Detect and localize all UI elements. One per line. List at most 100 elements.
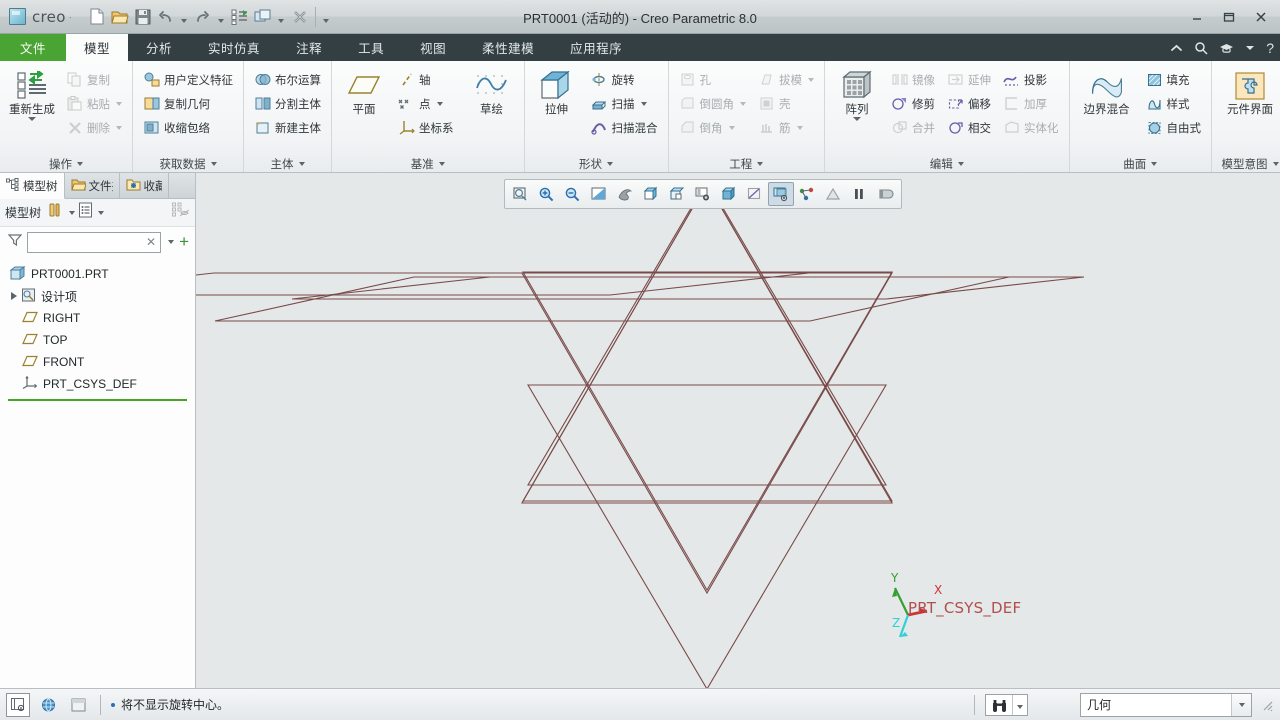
datum-axis-button[interactable]: 轴 [393, 68, 459, 91]
swept-blend-button[interactable]: 扫描混合 [586, 116, 663, 139]
saved-orientations-icon[interactable] [638, 182, 664, 206]
new-file-icon[interactable] [86, 5, 108, 29]
binoculars-icon[interactable] [986, 695, 1012, 715]
split-body-button[interactable]: 分割主体 [249, 92, 326, 115]
chamfer-dropdown-icon[interactable] [728, 125, 735, 130]
pattern-dropdown-icon[interactable] [853, 117, 861, 121]
regenerate-button[interactable]: 重新生成 [5, 66, 59, 121]
draft-dropdown-icon[interactable] [808, 77, 814, 82]
paste-button[interactable]: 粘贴 [61, 92, 127, 115]
zoom-in-icon[interactable] [534, 182, 560, 206]
clear-search-icon[interactable]: ✕ [146, 235, 156, 249]
delete-dropdown-icon[interactable] [116, 125, 122, 130]
delete-button[interactable]: 删除 [61, 116, 127, 139]
component-interface-button[interactable]: 元件界面 [1217, 66, 1280, 116]
pattern-button[interactable]: 阵列 [830, 66, 884, 121]
redo-icon[interactable] [192, 5, 214, 29]
display-style-icon[interactable] [716, 182, 742, 206]
offset-button[interactable]: 偏移 [942, 92, 996, 115]
chevron-down-icon[interactable] [1245, 44, 1255, 52]
group-title-shapes[interactable]: 形状 [530, 156, 663, 172]
regenerate-dropdown-icon[interactable] [28, 117, 36, 121]
annotation-display-icon[interactable] [794, 182, 820, 206]
tree-columns-dropdown-icon[interactable] [98, 210, 105, 215]
tree-item-top[interactable]: TOP [0, 329, 195, 351]
freestyle-button[interactable]: 自由式 [1141, 116, 1207, 139]
tree-settings-icon[interactable] [48, 202, 64, 223]
datum-point-button[interactable]: 点 [393, 92, 459, 115]
tab-tools[interactable]: 工具 [340, 34, 402, 61]
udf-button[interactable]: 用户定义特征 [138, 68, 238, 91]
trim-button[interactable]: 修剪 [886, 92, 940, 115]
selection-filter-select[interactable]: 几何 [1080, 692, 1252, 717]
extend-button[interactable]: 延伸 [942, 68, 996, 91]
style-button[interactable]: 样式 [1141, 92, 1207, 115]
undo-icon[interactable] [155, 5, 177, 29]
search-history-dropdown-icon[interactable] [168, 240, 175, 244]
save-icon[interactable] [132, 5, 154, 29]
regenerate-icon[interactable] [229, 5, 251, 29]
close-window-icon[interactable] [289, 5, 311, 29]
new-body-button[interactable]: 新建主体 [249, 116, 326, 139]
merge-button[interactable]: 合并 [886, 116, 940, 139]
globe-icon[interactable] [36, 693, 60, 717]
sketch-button[interactable]: 草绘 [465, 66, 519, 116]
tree-settings-dropdown-icon[interactable] [69, 210, 76, 215]
collapse-ribbon-icon[interactable] [1170, 43, 1183, 53]
hole-button[interactable]: 孔 [674, 68, 752, 91]
qat-customize-icon[interactable] [320, 5, 333, 29]
group-title-surfaces[interactable]: 曲面 [1075, 156, 1207, 172]
round-button[interactable]: 倒圆角 [674, 92, 752, 115]
thicken-button[interactable]: 加厚 [998, 92, 1064, 115]
tab-view[interactable]: 视图 [402, 34, 464, 61]
tab-applications[interactable]: 应用程序 [552, 34, 640, 61]
undo-dropdown-icon[interactable] [178, 5, 191, 29]
solidify-button[interactable]: 实体化 [998, 116, 1064, 139]
sweep-dropdown-icon[interactable] [640, 101, 647, 106]
tree-item-design-items[interactable]: 设计项 [0, 285, 195, 307]
project-button[interactable]: 投影 [998, 68, 1064, 91]
perspective-icon[interactable] [742, 182, 768, 206]
window-resize-grip[interactable] [1260, 698, 1274, 712]
group-title-editing[interactable]: 编辑 [830, 156, 1064, 172]
chamfer-button[interactable]: 倒角 [674, 116, 752, 139]
maximize-button[interactable] [1214, 4, 1244, 30]
sidebar-tab-model-tree[interactable]: 模型树 [0, 173, 65, 199]
copy-button[interactable]: 复制 [61, 68, 127, 91]
window-dropdown-icon[interactable] [275, 5, 288, 29]
rib-button[interactable]: 筋 [753, 116, 819, 139]
close-button[interactable] [1246, 4, 1276, 30]
fill-button[interactable]: 填充 [1141, 68, 1207, 91]
filter-icon[interactable] [7, 233, 23, 252]
sweep-button[interactable]: 扫描 [586, 92, 663, 115]
help-icon[interactable]: ? [1266, 40, 1274, 56]
graphics-viewport[interactable]: Y X Z PRT_CSYS_DEF [196, 173, 1280, 688]
draft-button[interactable]: 拔模 [753, 68, 819, 91]
datum-point-dropdown-icon[interactable] [436, 101, 443, 106]
spin-center-icon[interactable] [612, 182, 638, 206]
group-title-body[interactable]: 主体 [249, 156, 326, 172]
search-icon[interactable] [1194, 41, 1208, 55]
tree-columns-icon[interactable] [78, 202, 93, 223]
selection-filter-dropdown-icon[interactable] [1231, 693, 1251, 716]
display-pane-icon[interactable] [66, 693, 90, 717]
datum-display-filters-icon[interactable] [768, 182, 794, 206]
window-switch-icon[interactable] [252, 5, 274, 29]
repaint-icon[interactable] [586, 182, 612, 206]
tab-flexible-modeling[interactable]: 柔性建模 [464, 34, 552, 61]
open-file-icon[interactable] [109, 5, 131, 29]
refit-icon[interactable] [508, 182, 534, 206]
find-tool[interactable] [985, 693, 1028, 716]
tree-filter-display-icon[interactable] [172, 202, 190, 223]
pause-icon[interactable] [846, 182, 872, 206]
tab-live-simulation[interactable]: 实时仿真 [190, 34, 278, 61]
tree-item-right[interactable]: RIGHT [0, 307, 195, 329]
datum-csys-button[interactable]: 坐标系 [393, 116, 459, 139]
add-filter-icon[interactable]: + [179, 233, 189, 250]
revolve-button[interactable]: 旋转 [586, 68, 663, 91]
group-title-get-data[interactable]: 获取数据 [138, 156, 238, 172]
learning-connector-icon[interactable] [1219, 42, 1234, 54]
redo-dropdown-icon[interactable] [215, 5, 228, 29]
tab-annotate[interactable]: 注释 [278, 34, 340, 61]
sidebar-tab-folder-browser[interactable]: 文件夹浏览器 [65, 173, 120, 198]
